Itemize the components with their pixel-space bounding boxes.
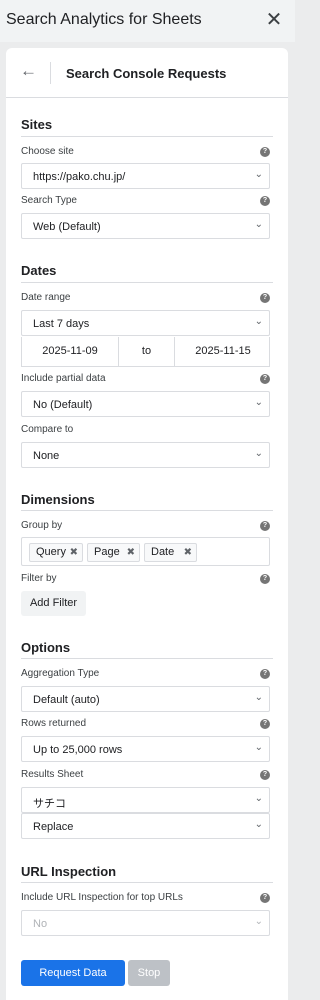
chip-label: Query [36, 546, 66, 558]
app-title: Search Analytics for Sheets [6, 11, 202, 28]
section-title-url-inspection: URL Inspection [21, 864, 117, 879]
section-divider [21, 658, 273, 659]
site-select-value: https://pako.chu.jp/ [33, 171, 126, 183]
compare-to-label: Compare to [21, 424, 74, 435]
chevron-down-icon: ⌄ [254, 397, 263, 408]
search-type-label: Search Type [21, 195, 77, 206]
group-by-label: Group by [21, 520, 63, 531]
help-icon[interactable]: ? [260, 521, 270, 531]
help-icon[interactable]: ? [260, 669, 270, 679]
chevron-down-icon: ⌄ [254, 169, 263, 180]
date-range-select[interactable]: Last 7 days ⌄ [21, 310, 270, 336]
help-icon[interactable]: ? [260, 196, 270, 206]
results-sheet-label: Results Sheet [21, 769, 84, 780]
help-icon[interactable]: ? [260, 770, 270, 780]
rows-returned-value: Up to 25,000 rows [33, 744, 123, 756]
chip-label: Date [151, 546, 175, 558]
date-range-inputs: 2025-11-09 to 2025-11-15 [21, 337, 270, 367]
chevron-down-icon: ⌄ [254, 742, 263, 753]
write-mode-select[interactable]: Replace ⌄ [21, 813, 270, 839]
group-by-chip-input[interactable]: Query ✖ Page ✖ Date ✖ [21, 537, 270, 566]
request-data-button[interactable]: Request Data [21, 960, 125, 986]
help-icon[interactable]: ? [260, 293, 270, 303]
requests-panel: ← Search Console Requests Sites Choose s… [6, 48, 288, 1000]
remove-chip-icon[interactable]: ✖ [70, 544, 78, 561]
partial-data-value: No (Default) [33, 399, 93, 411]
remove-chip-icon[interactable]: ✖ [184, 544, 192, 561]
compare-to-select[interactable]: None ⌄ [21, 442, 270, 468]
results-sheet-select[interactable]: サチコ ⌄ [21, 787, 270, 813]
date-range-label: Date range [21, 292, 71, 303]
choose-site-label: Choose site [21, 146, 74, 157]
header-divider [50, 62, 51, 84]
panel-title: Search Console Requests [66, 66, 227, 81]
help-icon[interactable]: ? [260, 719, 270, 729]
help-icon[interactable]: ? [260, 374, 270, 384]
start-date-input[interactable]: 2025-11-09 [22, 337, 118, 366]
chip-date[interactable]: Date ✖ [144, 543, 197, 562]
date-to-label: to [141, 345, 152, 357]
filter-by-label: Filter by [21, 573, 57, 584]
back-arrow-icon[interactable]: ← [20, 61, 37, 81]
partial-data-label: Include partial data [21, 373, 106, 384]
write-mode-value: Replace [33, 821, 74, 833]
sidebar-titlebar: Search Analytics for Sheets ✕ [0, 0, 295, 42]
compare-to-value: None [33, 450, 60, 462]
help-icon[interactable]: ? [260, 574, 270, 584]
url-inspection-value: No [33, 918, 48, 930]
stop-button[interactable]: Stop [128, 960, 170, 986]
chevron-down-icon: ⌄ [254, 819, 263, 830]
section-title-sites: Sites [21, 117, 53, 132]
chevron-down-icon: ⌄ [254, 692, 263, 703]
rows-returned-label: Rows returned [21, 718, 87, 729]
section-divider [21, 882, 273, 883]
chip-page[interactable]: Page ✖ [87, 543, 140, 562]
rows-returned-select[interactable]: Up to 25,000 rows ⌄ [21, 736, 270, 762]
url-inspection-label: Include URL Inspection for top URLs [21, 892, 183, 903]
url-inspection-select[interactable]: No ⌄ [21, 910, 270, 936]
section-title-dimensions: Dimensions [21, 492, 95, 507]
section-title-options: Options [21, 640, 71, 655]
chevron-down-icon: ⌄ [254, 916, 263, 927]
section-divider [21, 282, 273, 283]
section-divider [21, 510, 273, 511]
chevron-down-icon: ⌄ [254, 793, 263, 804]
chip-label: Page [94, 546, 120, 558]
chevron-down-icon: ⌄ [254, 316, 263, 327]
search-type-value: Web (Default) [33, 221, 101, 233]
aggregation-type-value: Default (auto) [33, 694, 100, 706]
section-title-dates: Dates [21, 263, 57, 278]
help-icon[interactable]: ? [260, 893, 270, 903]
aggregation-type-label: Aggregation Type [21, 668, 100, 679]
close-icon[interactable]: ✕ [263, 8, 285, 32]
aggregation-type-select[interactable]: Default (auto) ⌄ [21, 686, 270, 712]
chevron-down-icon: ⌄ [254, 448, 263, 459]
site-select[interactable]: https://pako.chu.jp/ ⌄ [21, 163, 270, 189]
results-sheet-value: サチコ [33, 798, 66, 810]
date-range-value: Last 7 days [33, 318, 90, 330]
help-icon[interactable]: ? [260, 147, 270, 157]
chip-query[interactable]: Query ✖ [29, 543, 83, 562]
end-date-input[interactable]: 2025-11-15 [175, 337, 271, 366]
search-type-select[interactable]: Web (Default) ⌄ [21, 213, 270, 239]
panel-header: ← Search Console Requests [6, 48, 288, 98]
remove-chip-icon[interactable]: ✖ [127, 544, 135, 561]
add-filter-button[interactable]: Add Filter [21, 591, 86, 616]
section-divider [21, 136, 273, 137]
partial-data-select[interactable]: No (Default) ⌄ [21, 391, 270, 417]
chevron-down-icon: ⌄ [254, 219, 263, 230]
